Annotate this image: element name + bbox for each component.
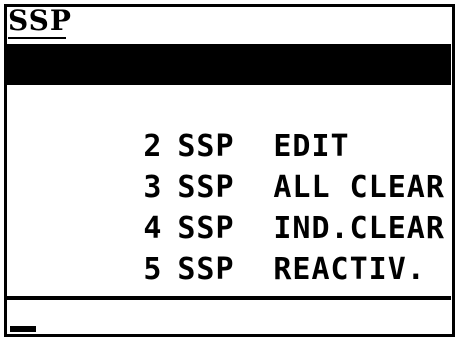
menu-item-abbr: SSP: [177, 252, 235, 287]
menu-item-ssp-input[interactable]: 1 SSP INPUT: [7, 44, 451, 123]
menu-item-label: REACTIV.: [273, 252, 426, 287]
menu-item-ssp-ind-clear[interactable]: 4 SSP IND.CLEAR: [7, 167, 451, 246]
menu-item-ssp-all-clear[interactable]: 3 SSP ALL CLEAR: [7, 126, 451, 205]
menu-item-number: 5: [143, 252, 163, 287]
menu-item-ssp-edit[interactable]: 2 SSP EDIT: [7, 85, 451, 164]
screen-title: SSP: [8, 4, 72, 37]
lcd-screen: SSP 1 SSP INPUT 2 SSP EDIT 3 SSP ALL CLEAR 4 SS…: [0, 0, 461, 341]
ssp-menu: 1 SSP INPUT 2 SSP EDIT 3 SSP ALL CLEAR 4 SSP IND…: [7, 44, 451, 287]
title-underline: [8, 37, 66, 39]
menu-item-ssp-reactiv[interactable]: 5 SSP REACTIV.: [7, 208, 451, 287]
text-cursor: [10, 326, 36, 332]
input-line[interactable]: [7, 300, 451, 334]
